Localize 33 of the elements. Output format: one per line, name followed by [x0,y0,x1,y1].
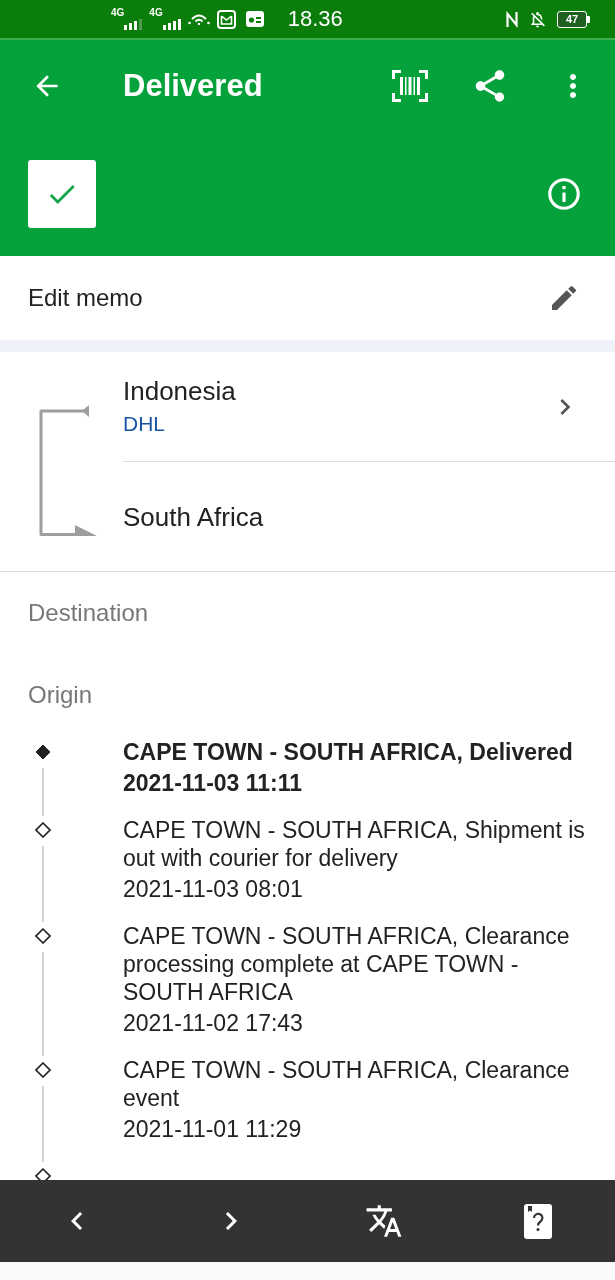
event-description: CAPE TOWN - SOUTH AFRICA, Clearance event [123,1056,571,1112]
mail-icon [216,9,236,29]
page-title: Delivered [123,68,264,104]
section-label: Destination [28,599,149,627]
help-card-icon[interactable] [524,1203,553,1239]
timeline-line [42,768,44,816]
id-card-icon [245,11,264,27]
status-checkbox[interactable] [28,160,96,228]
event-description: CAPE TOWN - SOUTH AFRICA, Delivered [123,738,574,766]
signal-icon [124,19,143,30]
signal-icon [162,19,181,30]
network-type-label: 4G [149,8,163,18]
barcode-scan-icon[interactable] [392,70,428,102]
event-time: 2021-11-01 11:29 [123,1115,303,1144]
translate-icon[interactable] [365,1202,404,1240]
carrier-name: DHL [123,411,166,437]
wifi-icon [187,13,210,25]
network-type-label: 4G [111,8,125,18]
event-time: 2021-11-03 11:11 [123,769,304,798]
route-arrow-icon [37,405,97,537]
event-time: 2021-11-03 08:01 [123,875,304,904]
event-time: 2021-11-02 17:43 [123,1009,304,1038]
edit-memo-label[interactable]: Edit memo [28,284,143,312]
event-description: CAPE TOWN - SOUTH AFRICA, Clearance processing complete at CAPE TOWN - SOUTH AFRICA [123,922,571,1006]
section-label: Origin [28,681,93,709]
battery-indicator: 47 [557,10,590,28]
notifications-off-icon [528,9,547,29]
nfc-icon [506,10,518,28]
event-description: CAPE TOWN - SOUTH AFRICA, Shipment is out with courier for delivery [123,816,586,872]
origin-country: Indonesia [123,375,236,407]
destination-country: South Africa [123,500,264,533]
info-icon[interactable] [545,175,583,213]
status-time: 18.36 [287,6,343,32]
